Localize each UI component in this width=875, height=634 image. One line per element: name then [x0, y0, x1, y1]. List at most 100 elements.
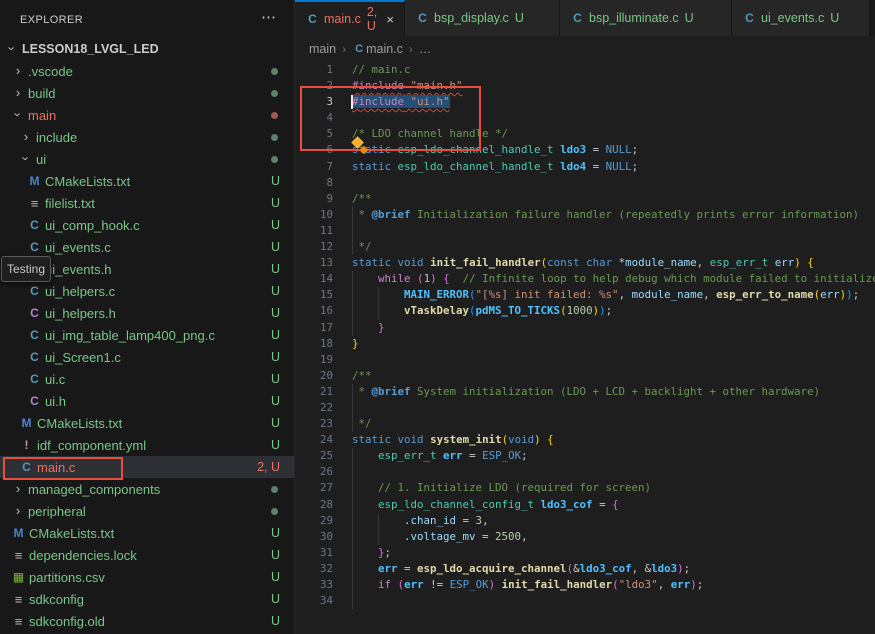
chevron-down-icon: ›	[10, 108, 26, 123]
close-icon[interactable]: ×	[386, 12, 394, 27]
tree-item-ui-events-c[interactable]: Cui_events.cU	[0, 236, 294, 258]
line-number[interactable]: 18	[295, 337, 333, 350]
line-number[interactable]: 19	[295, 353, 333, 366]
line-number[interactable]: 8	[295, 176, 333, 189]
tree-item-ui-h[interactable]: Cui.hU	[0, 390, 294, 412]
code-line-15[interactable]: 15 MAIN_ERROR("[%s] init failed: %s", mo…	[295, 287, 875, 303]
code-line-11[interactable]: 11	[295, 223, 875, 239]
code-line-13[interactable]: 13static void init_fail_handler(const ch…	[295, 255, 875, 271]
tree-item-ui-helpers-c[interactable]: Cui_helpers.cU	[0, 280, 294, 302]
line-number[interactable]: 9	[295, 192, 333, 205]
code-line-33[interactable]: 33 if (err != ESP_OK) init_fail_handler(…	[295, 577, 875, 593]
tab-main-c[interactable]: Cmain.c2, U×	[295, 0, 405, 36]
line-number[interactable]: 13	[295, 256, 333, 269]
tree-item-vscode[interactable]: ›.vscode	[0, 60, 294, 82]
line-number[interactable]: 22	[295, 401, 333, 414]
code-line-14[interactable]: 14 while (1) { // Infinite loop to help …	[295, 271, 875, 287]
tree-item-dependencies-lock[interactable]: ≡dependencies.lockU	[0, 544, 294, 566]
code-line-12[interactable]: 12 */	[295, 239, 875, 255]
line-number[interactable]: 14	[295, 272, 333, 285]
tree-item-filelist-txt[interactable]: ≡filelist.txtU	[0, 192, 294, 214]
tab-ui-events-c[interactable]: Cui_events.cU	[732, 0, 870, 36]
line-content: * @brief Initialization failure handler …	[352, 208, 859, 221]
code-line-31[interactable]: 31 };	[295, 545, 875, 561]
tree-item-ui-helpers-h[interactable]: Cui_helpers.hU	[0, 302, 294, 324]
breadcrumb-item-main[interactable]: main	[309, 42, 336, 56]
code-line-18[interactable]: 18}	[295, 336, 875, 352]
line-number[interactable]: 21	[295, 385, 333, 398]
code-line-10[interactable]: 10 * @brief Initialization failure handl…	[295, 207, 875, 223]
code-line-9[interactable]: 9/**	[295, 191, 875, 207]
line-number[interactable]: 33	[295, 578, 333, 591]
line-number[interactable]: 7	[295, 160, 333, 173]
line-number[interactable]: 27	[295, 481, 333, 494]
tree-item-cmakelists-txt[interactable]: MCMakeLists.txtU	[0, 412, 294, 434]
tree-item-peripheral[interactable]: ›peripheral	[0, 500, 294, 522]
code-line-16[interactable]: 16 vTaskDelay(pdMS_TO_TICKS(1000));	[295, 303, 875, 319]
line-number[interactable]: 11	[295, 224, 333, 237]
code-line-20[interactable]: 20/**	[295, 368, 875, 384]
code-line-1[interactable]: 1// main.c	[295, 62, 875, 78]
code-line-19[interactable]: 19	[295, 352, 875, 368]
ellipsis-icon[interactable]: ⋯	[261, 8, 276, 26]
tree-item-ui-comp-hook-c[interactable]: Cui_comp_hook.cU	[0, 214, 294, 236]
line-number[interactable]: 25	[295, 449, 333, 462]
chevron-down-icon: ›	[4, 42, 20, 57]
code-line-21[interactable]: 21 * @brief System initialization (LDO +…	[295, 384, 875, 400]
line-number[interactable]: 34	[295, 594, 333, 607]
line-number[interactable]: 29	[295, 514, 333, 527]
code-editor[interactable]: 1// main.c2#include "main.h"3#include "u…	[295, 62, 875, 634]
line-number[interactable]: 31	[295, 546, 333, 559]
line-number[interactable]: 1	[295, 63, 333, 76]
code-line-29[interactable]: 29 .chan_id = 3,	[295, 513, 875, 529]
tree-item-idf-component-yml[interactable]: !idf_component.ymlU	[0, 434, 294, 456]
code-line-25[interactable]: 25 esp_err_t err = ESP_OK;	[295, 448, 875, 464]
line-number[interactable]: 16	[295, 304, 333, 317]
line-number[interactable]: 30	[295, 530, 333, 543]
line-number[interactable]: 12	[295, 240, 333, 253]
breadcrumb-item-main-c[interactable]: main.c	[366, 42, 403, 56]
tree-item-ui[interactable]: ›ui	[0, 148, 294, 170]
line-number[interactable]: 17	[295, 321, 333, 334]
file-type-icon: C	[26, 372, 43, 386]
tree-item-build[interactable]: ›build	[0, 82, 294, 104]
line-number[interactable]: 15	[295, 288, 333, 301]
tree-item-sdkconfig[interactable]: ≡sdkconfigU	[0, 588, 294, 610]
code-line-17[interactable]: 17 }	[295, 320, 875, 336]
breadcrumb-item-[interactable]: …	[419, 42, 432, 56]
code-line-26[interactable]: 26	[295, 464, 875, 480]
line-number[interactable]: 23	[295, 417, 333, 430]
tree-item-ui-img-table-lamp400-png-c[interactable]: Cui_img_table_lamp400_png.cU	[0, 324, 294, 346]
line-number[interactable]: 10	[295, 208, 333, 221]
line-number[interactable]: 32	[295, 562, 333, 575]
tree-item-include[interactable]: ›include	[0, 126, 294, 148]
tree-item-main[interactable]: ›main	[0, 104, 294, 126]
code-line-30[interactable]: 30 .voltage_mv = 2500,	[295, 529, 875, 545]
code-line-32[interactable]: 32 err = esp_ldo_acquire_channel(&ldo3_c…	[295, 561, 875, 577]
code-line-22[interactable]: 22	[295, 400, 875, 416]
line-number[interactable]: 20	[295, 369, 333, 382]
tree-item-cmakelists-txt[interactable]: MCMakeLists.txtU	[0, 522, 294, 544]
tree-item-cmakelists-txt[interactable]: MCMakeLists.txtU	[0, 170, 294, 192]
code-line-24[interactable]: 24static void system_init(void) {	[295, 432, 875, 448]
line-number[interactable]: 24	[295, 433, 333, 446]
code-line-34[interactable]: 34	[295, 593, 875, 609]
tab-bsp-illuminate-c[interactable]: Cbsp_illuminate.cU	[560, 0, 732, 36]
tree-item-ui-c[interactable]: Cui.cU	[0, 368, 294, 390]
tree-item-lesson18-lvgl-led[interactable]: ›LESSON18_LVGL_LED	[0, 38, 294, 60]
code-line-8[interactable]: 8	[295, 175, 875, 191]
editor-group: Cmain.c2, U×Cbsp_display.cUCbsp_illumina…	[295, 0, 875, 634]
code-line-27[interactable]: 27 // 1. Initialize LDO (required for sc…	[295, 480, 875, 496]
tree-item-sdkconfig-old[interactable]: ≡sdkconfig.oldU	[0, 610, 294, 632]
tab-status-badge: U	[515, 11, 524, 25]
code-line-28[interactable]: 28 esp_ldo_channel_config_t ldo3_cof = {	[295, 497, 875, 513]
tab-bsp-display-c[interactable]: Cbsp_display.cU	[405, 0, 560, 36]
tree-item-partitions-csv[interactable]: ▦partitions.csvU	[0, 566, 294, 588]
code-line-7[interactable]: 7static esp_ldo_channel_handle_t ldo4 = …	[295, 159, 875, 175]
git-status-badge: U	[271, 394, 280, 408]
code-line-23[interactable]: 23 */	[295, 416, 875, 432]
line-number[interactable]: 28	[295, 498, 333, 511]
tree-item-ui-screen1-c[interactable]: Cui_Screen1.cU	[0, 346, 294, 368]
tree-item-managed-components[interactable]: ›managed_components	[0, 478, 294, 500]
line-number[interactable]: 26	[295, 465, 333, 478]
